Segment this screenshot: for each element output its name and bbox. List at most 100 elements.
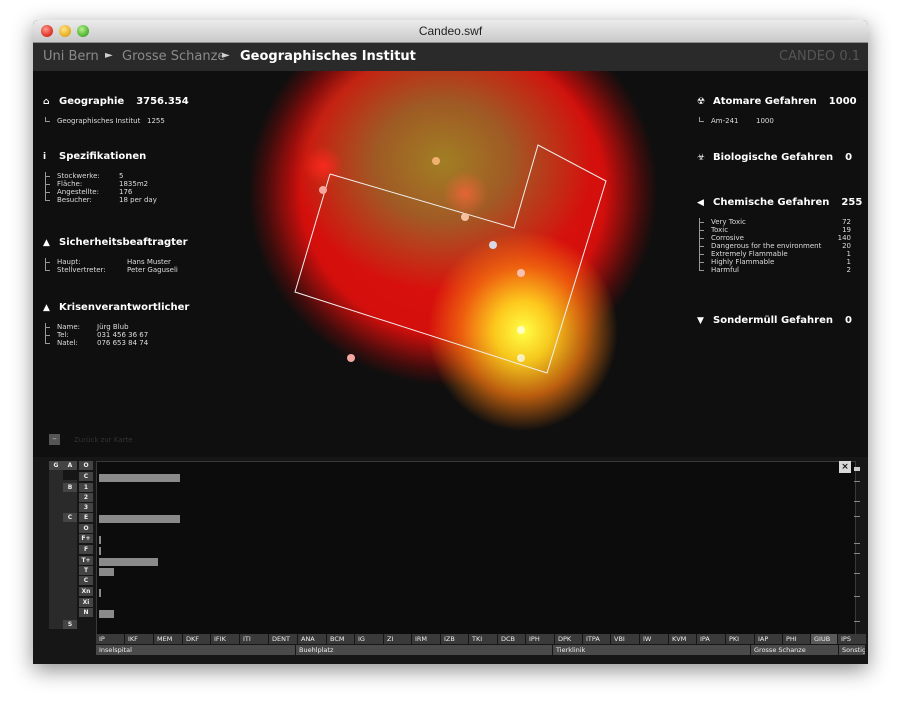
radiation-icon: ☢: [697, 97, 706, 107]
institute-tab-bcm[interactable]: BCM: [327, 634, 355, 644]
info-row: Name: Jürg Blub: [44, 323, 189, 331]
institute-tab-irm[interactable]: IRM: [412, 634, 441, 644]
institute-tab-ip[interactable]: IP: [96, 634, 125, 644]
window-title: Candeo.swf: [418, 24, 483, 38]
minus-icon[interactable]: –: [49, 434, 60, 445]
hazard-marker[interactable]: [517, 326, 525, 334]
section-value: 0: [844, 315, 852, 326]
institute-tab-iw[interactable]: IW: [640, 634, 669, 644]
matrix-bar: [99, 536, 101, 544]
hazard-marker[interactable]: [319, 186, 327, 194]
matrix-bar: [99, 558, 158, 566]
back-to-map[interactable]: – Zurück zur Karte: [49, 429, 133, 448]
matrix-row-label: 1: [79, 483, 93, 492]
info-row: Geographisches Institut 1255: [45, 117, 189, 125]
info-icon: i: [43, 152, 47, 162]
section-sondermuell: ▼ Sondermüll Gefahren 0: [697, 315, 852, 326]
hazard-row: Very Toxic 72: [698, 218, 862, 226]
breadcrumb-separator-icon: ►: [222, 50, 230, 61]
institute-tab-vbi[interactable]: VBI: [611, 634, 640, 644]
matrix-row-label: T: [79, 566, 93, 575]
institute-tab-iti[interactable]: ITI: [240, 634, 269, 644]
location-tab[interactable]: Tierklinik: [553, 645, 751, 655]
institute-tab-mem[interactable]: MEM: [154, 634, 183, 644]
section-title: Chemische Gefahren: [713, 197, 830, 208]
institute-tab-dent[interactable]: DENT: [269, 634, 298, 644]
institute-tab-iap[interactable]: IAP: [755, 634, 783, 644]
institute-tab-ana[interactable]: ANA: [298, 634, 327, 644]
section-atomare: ☢ Atomare Gefahren 1000 Am-241 1000: [697, 96, 857, 125]
hazard-marker[interactable]: [347, 354, 355, 362]
person-icon: ▲: [43, 238, 50, 248]
matrix-group-label: G: [49, 461, 63, 470]
info-row: Haupt: Hans Muster: [45, 258, 188, 266]
app-brand: CANDEO 0.1: [779, 49, 860, 64]
matrix-row-label: C: [79, 472, 93, 481]
institute-tab-dcb[interactable]: DCB: [498, 634, 526, 644]
section-title: Atomare Gefahren: [713, 96, 817, 107]
section-chemische: ◀ Chemische Gefahren 255 Very Toxic 72 Toxi…: [697, 197, 862, 274]
breadcrumb-item-grosse-schanze[interactable]: Grosse Schanze: [122, 49, 225, 64]
matrix-group-label: S: [63, 620, 77, 629]
hazard-marker[interactable]: [432, 157, 440, 165]
institute-tab-pki[interactable]: PKI: [726, 634, 755, 644]
institute-tab-iph[interactable]: IPH: [526, 634, 555, 644]
institute-tab-ips[interactable]: IPS: [838, 634, 867, 644]
institute-tab-tki[interactable]: TKI: [469, 634, 498, 644]
hazard-marker[interactable]: [461, 213, 469, 221]
hazard-row: Toxic 19: [698, 226, 862, 234]
hazard-marker[interactable]: [489, 241, 497, 249]
app-window: Candeo.swf Uni Bern ► Grosse Schanze ► G…: [33, 20, 868, 664]
institute-tab-izb[interactable]: IZB: [441, 634, 469, 644]
institute-tab-phi[interactable]: PHI: [783, 634, 811, 644]
institute-tab-ifik[interactable]: IFIK: [211, 634, 240, 644]
section-value: 0: [845, 152, 853, 163]
location-tab[interactable]: Grosse Schanze: [751, 645, 839, 655]
location-tab[interactable]: Inselspital: [96, 645, 296, 655]
matrix-bar: [99, 568, 114, 576]
institute-tab-giub[interactable]: GIUB: [811, 634, 838, 644]
institute-tabs: IP IKF MEM DKF IFIK ITI DENT ANA BCM IG ZI IRM IZB TK…: [96, 634, 867, 644]
institute-tab-ipa[interactable]: IPA: [697, 634, 726, 644]
section-title: Sicherheitsbeaftragter: [59, 237, 188, 248]
matrix-bars-area: [96, 461, 856, 635]
section-value: 3756.354: [136, 96, 189, 107]
breadcrumb: Uni Bern ► Grosse Schanze ► Geographisch…: [33, 43, 868, 71]
institute-tab-ig[interactable]: IG: [355, 634, 384, 644]
matrix-row-label: Xi: [79, 598, 93, 607]
location-tab[interactable]: Sonstig: [839, 645, 866, 655]
location-tab[interactable]: Buehlplatz: [296, 645, 553, 655]
close-icon[interactable]: ×: [839, 461, 851, 473]
hazard-row: Extremely Flammable 1: [698, 250, 862, 258]
institute-tab-itpa[interactable]: ITPA: [583, 634, 611, 644]
section-title: Biologische Gefahren: [713, 152, 834, 163]
breadcrumb-item-uni-bern[interactable]: Uni Bern: [43, 49, 99, 64]
institute-tab-dpk[interactable]: DPK: [555, 634, 583, 644]
matrix-row-label: E: [79, 513, 93, 522]
matrix-row-label: 3: [79, 503, 93, 512]
matrix-bar: [99, 474, 180, 482]
info-row: Angestellte: 176: [45, 188, 157, 196]
title-bar: Candeo.swf: [33, 20, 868, 43]
section-title: Sondermüll Gefahren: [713, 315, 833, 326]
matrix-row-label: N: [79, 608, 93, 617]
hazard-marker[interactable]: [517, 269, 525, 277]
hazard-row: Am-241 1000: [699, 117, 857, 125]
matrix-group-label: C: [63, 513, 77, 522]
matrix-row-label: F+: [79, 534, 93, 543]
section-spezifikationen: i Spezifikationen Stockwerke: 5 Fläche: 183…: [43, 151, 157, 204]
institute-tab-kvm[interactable]: KVM: [669, 634, 697, 644]
back-to-map-label[interactable]: Zurück zur Karte: [74, 436, 133, 444]
matrix-scrollbar[interactable]: [854, 461, 864, 633]
heatmap-view: ⌂ Geographie 3756.354 Geographisches Insti…: [33, 71, 868, 457]
section-title: Geographie: [59, 96, 125, 107]
matrix-row-label: O: [79, 524, 93, 533]
breadcrumb-separator-icon: ►: [105, 50, 113, 61]
section-title: Krisenverantwortlicher: [59, 302, 190, 313]
institute-tab-zi[interactable]: ZI: [384, 634, 412, 644]
institute-tab-dkf[interactable]: DKF: [183, 634, 211, 644]
person-icon: ▲: [43, 303, 50, 313]
hazard-row: Corrosive 140: [698, 234, 862, 242]
hazard-marker[interactable]: [517, 354, 525, 362]
institute-tab-ikf[interactable]: IKF: [125, 634, 154, 644]
